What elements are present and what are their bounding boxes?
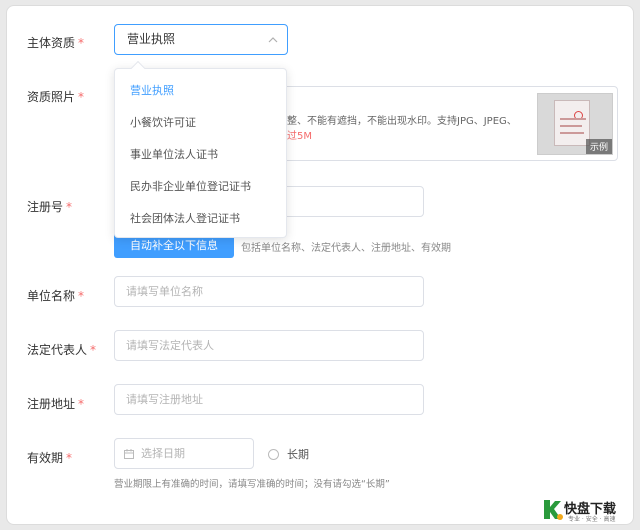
subject-type-selected-value: 营业执照 (127, 32, 176, 46)
site-watermark: 快盘下载 专业 · 安全 · 高速 (542, 497, 634, 523)
subject-type-select[interactable]: 营业执照 (114, 24, 288, 55)
reg-address-label: 注册地址 * (27, 395, 84, 412)
calendar-icon (124, 449, 134, 459)
photo-label: 资质照片 * (27, 88, 84, 105)
required-mark: * (78, 289, 85, 303)
photo-size-limit-text: 过5M (287, 131, 312, 142)
reg-address-label-text: 注册地址 (27, 397, 76, 411)
required-mark: * (90, 343, 97, 357)
dropdown-option[interactable]: 营业执照 (115, 75, 286, 107)
autofill-hint: 包括单位名称、法定代表人、注册地址、有效期 (241, 243, 451, 254)
required-mark: * (78, 90, 85, 104)
validity-label-text: 有效期 (27, 451, 64, 465)
validity-hint: 营业期限上有准确的时间，请填写准确的时间；没有请勾选“长期” (114, 479, 390, 490)
reg-address-input[interactable]: 请填写注册地址 (114, 384, 424, 415)
reg-number-label-text: 注册号 (27, 200, 64, 214)
required-mark: * (78, 397, 85, 411)
unit-name-label: 单位名称 * (27, 287, 84, 304)
license-image (554, 100, 590, 146)
long-term-radio[interactable] (268, 449, 279, 460)
subject-type-label-text: 主体资质 (27, 36, 76, 50)
unit-name-input[interactable]: 请填写单位名称 (114, 276, 424, 307)
dropdown-option[interactable]: 事业单位法人证书 (115, 139, 286, 171)
dropdown-option[interactable]: 民办非企业单位登记证书 (115, 171, 286, 203)
date-placeholder: 选择日期 (141, 447, 185, 460)
unit-name-label-text: 单位名称 (27, 289, 76, 303)
sample-tag: 示例 (585, 139, 612, 154)
form-panel: 主体资质 * 营业执照 资质照片 * 整、不能有遮挡，不能出现水印。支持JPG、JP… (6, 5, 634, 525)
watermark-slogan: 专业 · 安全 · 高速 (568, 516, 616, 523)
sample-license-thumbnail[interactable]: 示例 (537, 93, 613, 155)
subject-type-dropdown: 营业执照 小餐饮许可证 事业单位法人证书 民办非企业单位登记证书 社会团体法人登… (114, 60, 287, 238)
subject-type-label: 主体资质 * (27, 34, 84, 51)
required-mark: * (66, 200, 73, 214)
legal-rep-label-text: 法定代表人 (27, 343, 88, 357)
chevron-up-icon (268, 37, 278, 43)
dropdown-option[interactable]: 社会团体法人登记证书 (115, 203, 286, 235)
required-mark: * (78, 36, 85, 50)
dropdown-arrow (130, 60, 146, 76)
long-term-label[interactable]: 长期 (287, 446, 309, 462)
doc-line (560, 125, 582, 127)
validity-label: 有效期 * (27, 449, 72, 466)
legal-rep-label: 法定代表人 * (27, 341, 96, 358)
doc-line (560, 118, 586, 120)
legal-rep-input[interactable]: 请填写法定代表人 (114, 330, 424, 361)
dropdown-option[interactable]: 小餐饮许可证 (115, 107, 286, 139)
reg-number-label: 注册号 * (27, 198, 72, 215)
required-mark: * (66, 451, 73, 465)
photo-requirement-text: 整、不能有遮挡，不能出现水印。支持JPG、JPEG、 (287, 116, 517, 127)
photo-label-text: 资质照片 (27, 90, 76, 104)
doc-line (560, 132, 584, 134)
validity-date-picker[interactable]: 选择日期 (114, 438, 254, 469)
